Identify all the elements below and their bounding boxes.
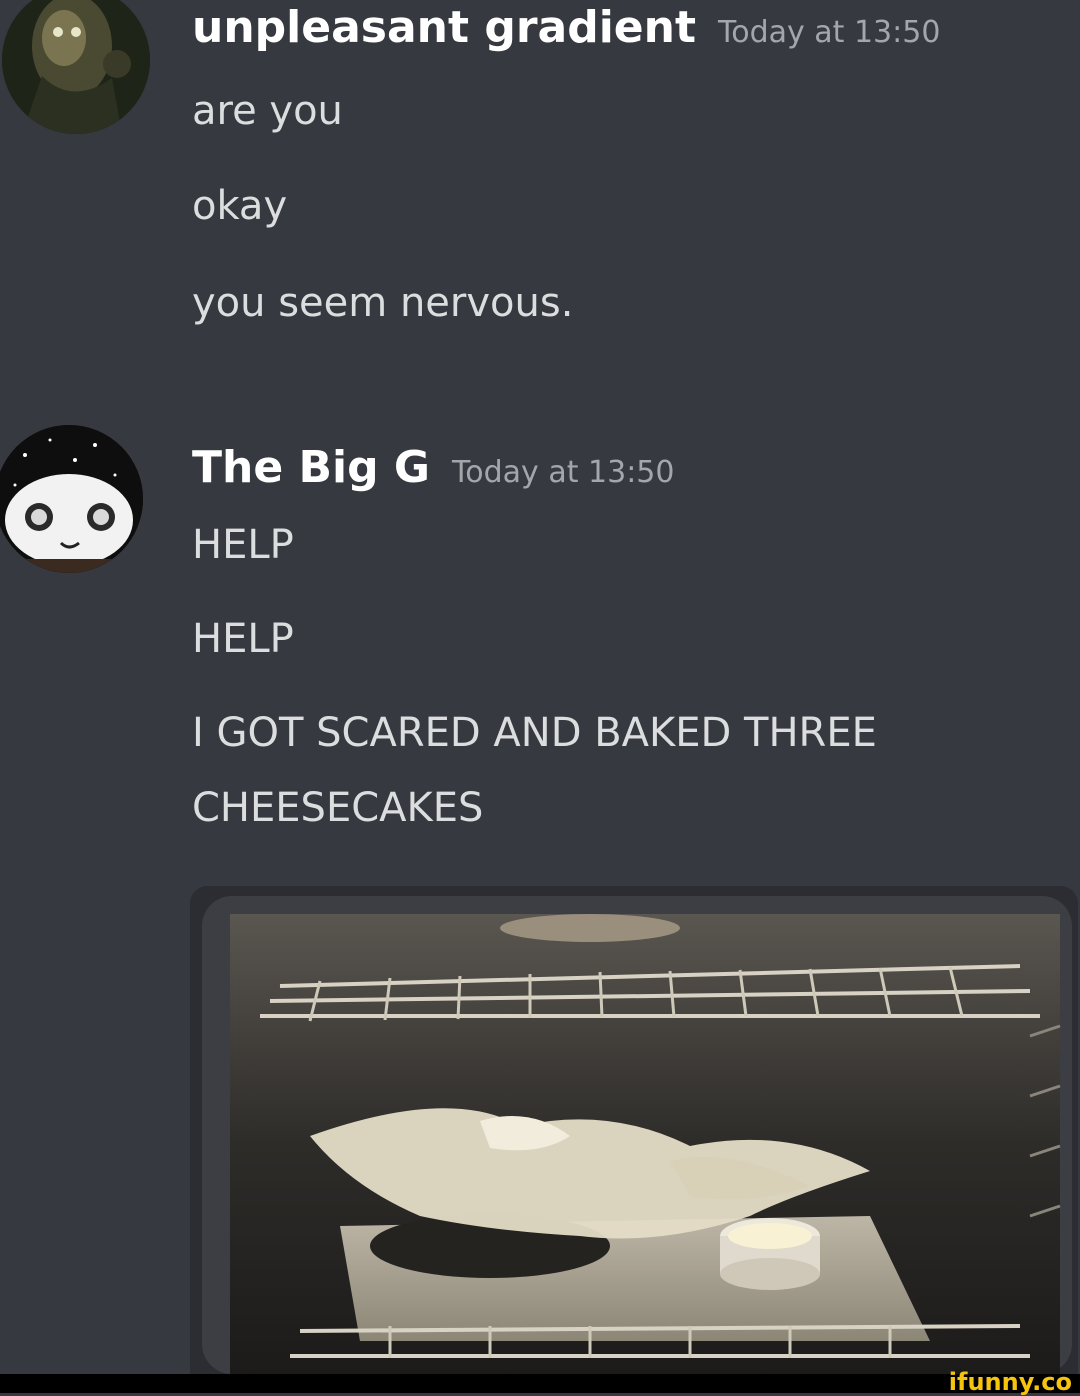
message-text: you seem nervous. [192, 280, 574, 326]
avatar[interactable] [2, 0, 150, 134]
avatar[interactable] [0, 425, 143, 573]
message-text: are you [192, 88, 343, 134]
message-header: unpleasant gradient Today at 13:50 [192, 2, 940, 53]
message-text: HELP [192, 616, 294, 662]
footer-bar [0, 1374, 1080, 1393]
message-text: okay [192, 183, 288, 229]
image-attachment[interactable] [190, 886, 1078, 1374]
username[interactable]: unpleasant gradient [192, 2, 696, 53]
message-text: I GOT SCARED AND BAKED THREE [192, 710, 877, 756]
message-text: HELP [192, 522, 294, 568]
username[interactable]: The Big G [192, 442, 430, 493]
message-header: The Big G Today at 13:50 [192, 442, 674, 493]
timestamp: Today at 13:50 [452, 455, 675, 490]
ifunny-watermark: ifunny.co [948, 1368, 1072, 1396]
message-text: CHEESECAKES [192, 785, 484, 831]
timestamp: Today at 13:50 [717, 15, 941, 50]
